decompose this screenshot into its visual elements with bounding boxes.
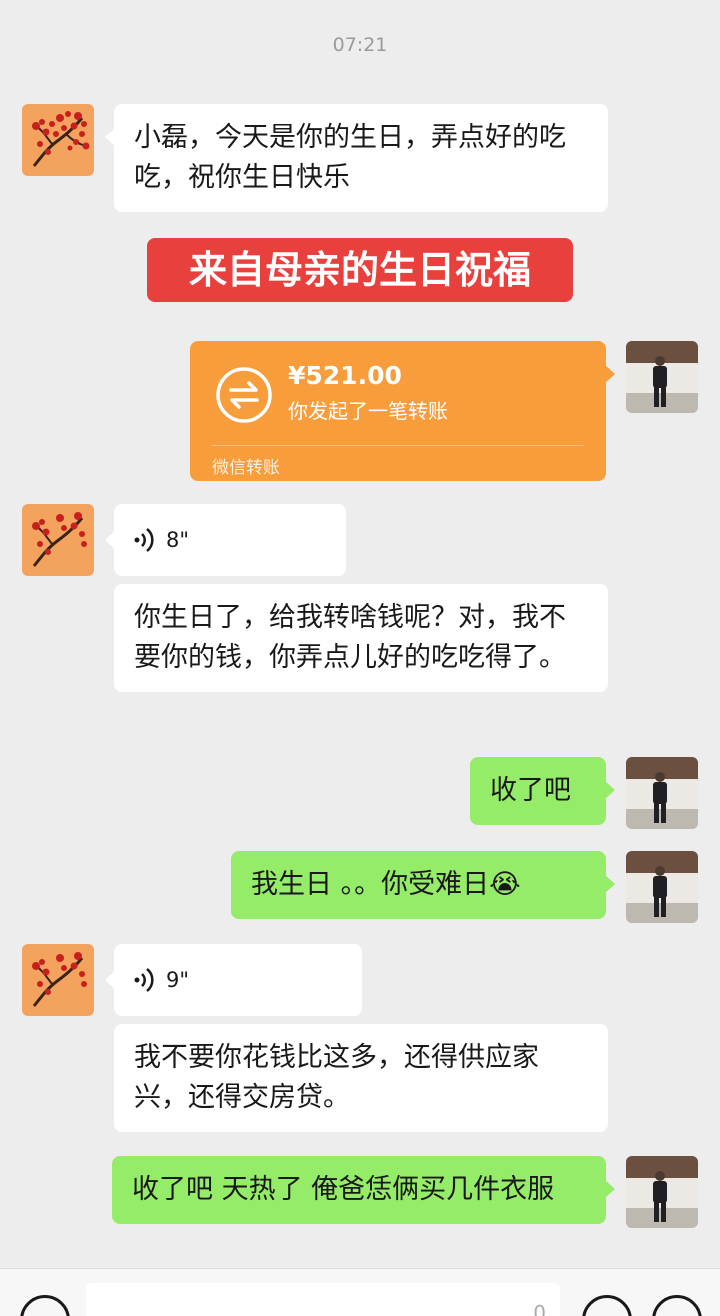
message-input[interactable]: 0 [86,1283,560,1316]
transfer-divider [212,445,584,446]
sent-message-bubble[interactable]: 收了吧 天热了 俺爸恁俩买几件衣服 [112,1156,615,1224]
transfer-card[interactable]: ¥521.00 你发起了一笔转账 微信转账 [190,341,615,481]
man-photo-avatar-image [626,341,698,413]
voice-message[interactable]: 9" [105,944,362,1016]
man-photo-avatar-image [626,757,698,829]
contact-avatar[interactable] [22,104,94,176]
sent-message-bubble[interactable]: 收了吧 [470,757,615,825]
plum-blossom-avatar-image [22,104,94,176]
message-text: 收了吧 天热了 俺爸恁俩买几件衣服 [132,1174,555,1205]
voice-wave-icon [134,528,154,552]
man-photo-avatar-image [626,851,698,923]
voice-toggle-icon[interactable] [20,1295,70,1316]
voice-wave-icon [134,968,154,992]
my-avatar[interactable] [626,851,698,923]
transfer-description: 你发起了一笔转账 [288,399,448,423]
plum-blossom-avatar-image [22,944,94,1016]
voice-duration: 9" [166,968,190,992]
plus-icon[interactable] [652,1295,702,1316]
plum-blossom-avatar-image [22,504,94,576]
message-text: 我不要你花钱比这多，还得供应家兴，还得交房贷。 [134,1042,539,1113]
message-text: 你生日了，给我转啥钱呢？对，我不要你的钱，你弄点儿好的吃吃得了。 [134,602,566,673]
man-photo-avatar-image [626,1156,698,1228]
transfer-amount: ¥521.00 [288,361,402,390]
emoji-icon[interactable] [582,1295,632,1316]
chat-input-bar: 0 [0,1268,720,1316]
my-avatar[interactable] [626,757,698,829]
received-message-bubble[interactable]: 你生日了，给我转啥钱呢？对，我不要你的钱，你弄点儿好的吃吃得了。 [114,584,608,692]
message-text: 收了吧 [490,775,571,806]
my-avatar[interactable] [626,341,698,413]
contact-avatar[interactable] [22,944,94,1016]
birthday-wish-banner: 来自母亲的生日祝福 [147,238,573,302]
chat-timestamp: 07:21 [332,34,388,56]
received-message-bubble[interactable]: 我不要你花钱比这多，还得供应家兴，还得交房贷。 [114,1024,608,1132]
sent-message-bubble[interactable]: 我生日 。。你受难日😭 [231,851,615,919]
input-counter: 0 [533,1301,546,1316]
my-avatar[interactable] [626,1156,698,1228]
message-text: 我生日 。。你受难日😭 [251,869,521,900]
voice-duration: 8" [166,528,190,552]
voice-message[interactable]: 8" [105,504,346,576]
transfer-arrows-icon [216,367,272,423]
message-text: 小磊，今天是你的生日，弄点好的吃吃，祝你生日快乐 [134,122,566,193]
transfer-source-label: 微信转账 [212,458,280,478]
received-message-bubble[interactable]: 小磊，今天是你的生日，弄点好的吃吃，祝你生日快乐 [105,104,608,212]
contact-avatar[interactable] [22,504,94,576]
